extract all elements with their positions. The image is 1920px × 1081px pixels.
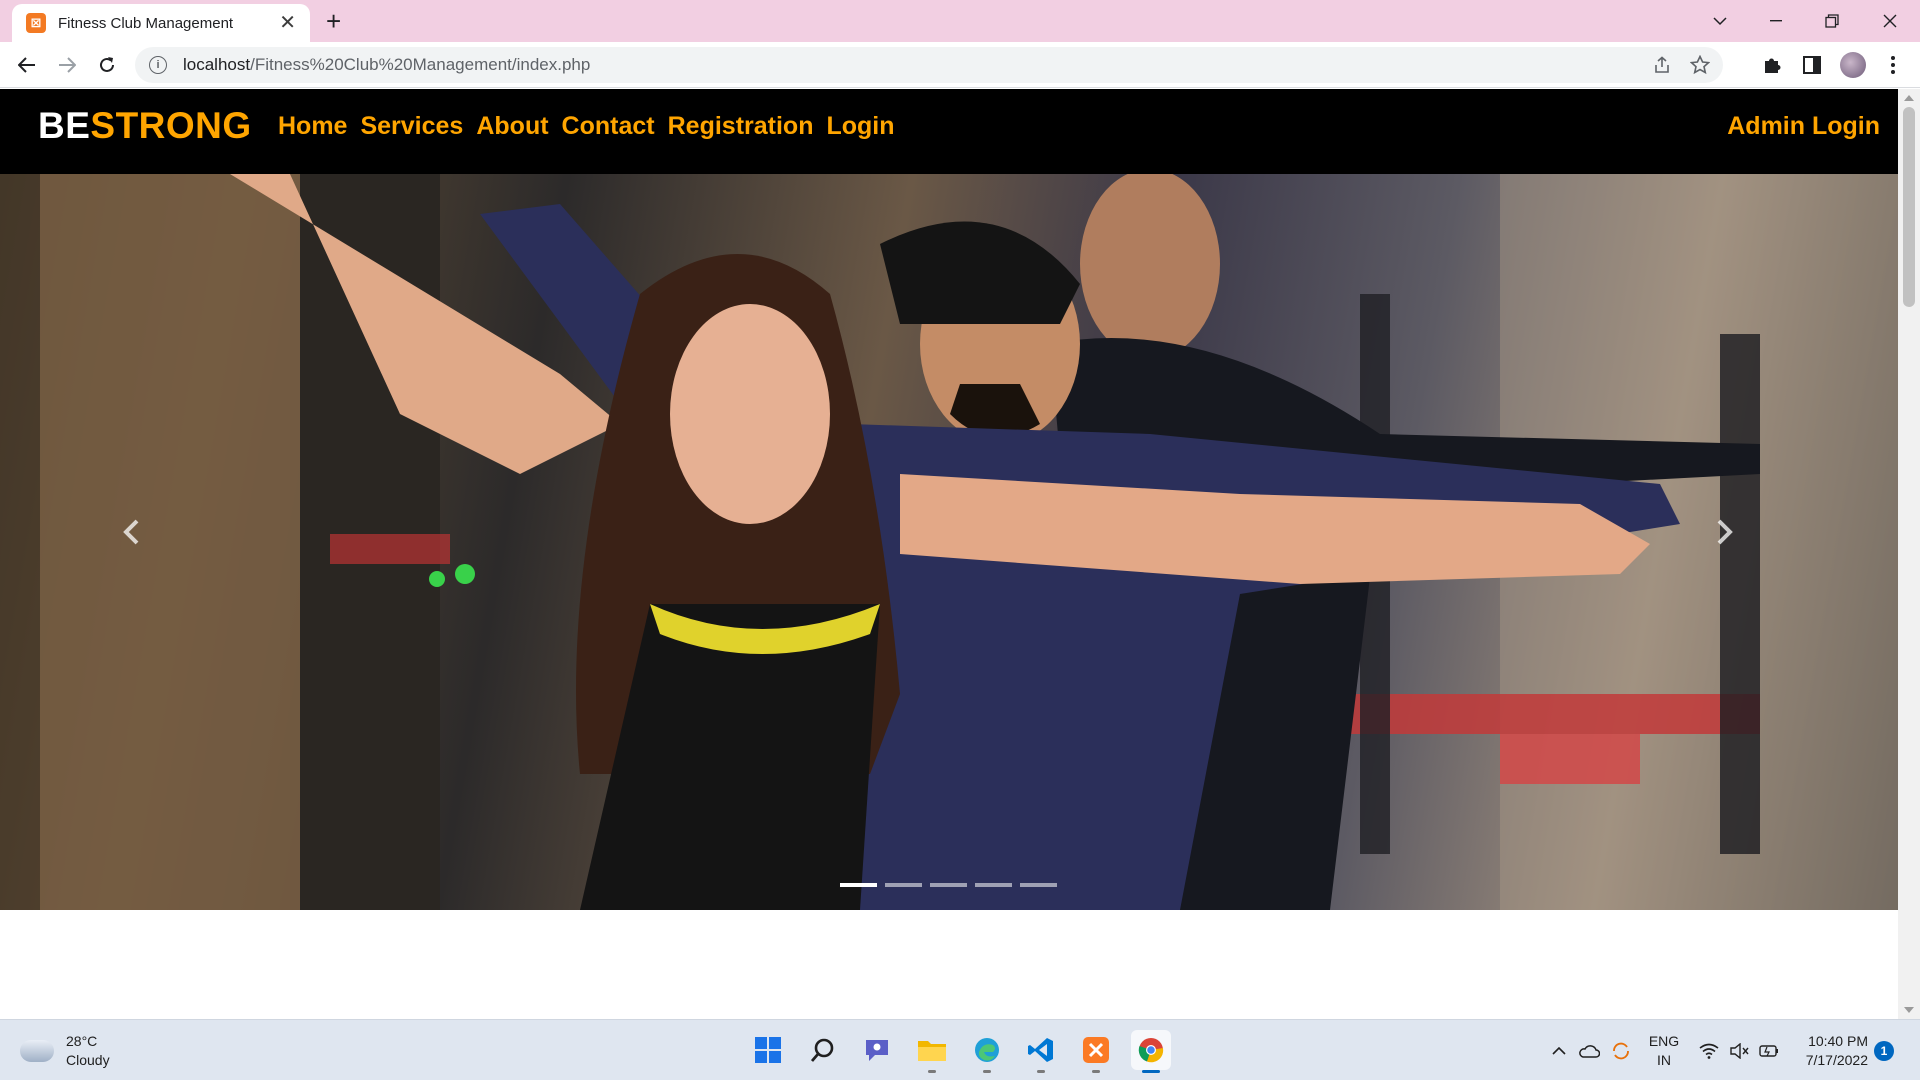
bookmark-star-icon[interactable] <box>1685 50 1715 80</box>
hero-carousel <box>0 174 1898 910</box>
close-window-icon[interactable] <box>1862 0 1918 42</box>
carousel-prev-icon[interactable] <box>122 519 162 559</box>
side-panel-icon[interactable] <box>1797 50 1827 80</box>
menu-kebab-icon[interactable] <box>1878 50 1908 80</box>
carousel-next-icon[interactable] <box>1716 519 1756 559</box>
scroll-thumb[interactable] <box>1903 107 1915 307</box>
weather-temp: 28°C <box>66 1033 98 1049</box>
address-bar[interactable]: i localhost/Fitness%20Club%20Management/… <box>135 47 1723 83</box>
active-indicator <box>1142 1070 1160 1073</box>
search-icon[interactable] <box>803 1030 843 1070</box>
reload-icon[interactable] <box>92 50 122 80</box>
url-text[interactable]: localhost/Fitness%20Club%20Management/in… <box>183 55 1647 75</box>
lang-top: ENG <box>1648 1032 1680 1049</box>
wifi-icon[interactable] <box>1696 1020 1722 1081</box>
url-path: /Fitness%20Club%20Management/index.php <box>250 55 591 74</box>
nav-login[interactable]: Login <box>826 112 894 141</box>
back-icon[interactable] <box>12 50 42 80</box>
onedrive-cloud-icon[interactable] <box>1576 1020 1602 1081</box>
xampp-icon[interactable] <box>1076 1030 1116 1073</box>
hero-slide-image <box>0 174 1898 910</box>
tray-overflow-chevron-icon[interactable] <box>1548 1020 1570 1081</box>
nav-home[interactable]: Home <box>278 112 347 141</box>
carousel-indicator[interactable] <box>885 883 922 887</box>
start-icon[interactable] <box>748 1030 788 1070</box>
lang-bottom: IN <box>1657 1051 1671 1068</box>
running-indicator <box>983 1070 991 1073</box>
running-indicator <box>1037 1070 1045 1073</box>
weather-widget[interactable]: 28°C Cloudy <box>20 1032 110 1070</box>
carousel-indicator[interactable] <box>930 883 967 887</box>
scroll-down-arrow-icon[interactable] <box>1904 1007 1914 1013</box>
weather-desc: Cloudy <box>66 1052 110 1068</box>
carousel-indicator[interactable] <box>975 883 1012 887</box>
battery-icon[interactable] <box>1756 1020 1782 1081</box>
profile-avatar[interactable] <box>1838 50 1868 80</box>
vscode-icon[interactable] <box>1021 1030 1061 1073</box>
admin-login-link[interactable]: Admin Login <box>1727 112 1880 141</box>
scroll-up-arrow-icon[interactable] <box>1904 95 1914 101</box>
new-tab-button[interactable]: + <box>326 8 341 34</box>
main-nav: Home Services About Contact Registration… <box>278 112 895 141</box>
windows-taskbar: 28°C Cloudy ENG IN 10:40 PM 7/17/2022 1 <box>0 1019 1920 1080</box>
site-navbar: BESTRONG Home Services About Contact Reg… <box>0 89 1898 174</box>
teams-chat-icon[interactable] <box>857 1030 897 1070</box>
url-host: localhost <box>183 55 251 74</box>
clock-time: 10:40 PM <box>1808 1033 1868 1049</box>
file-explorer-icon[interactable] <box>912 1030 952 1073</box>
edge-icon[interactable] <box>967 1030 1007 1073</box>
browser-tabstrip: ⊠ Fitness Club Management ✕ + <box>0 0 1920 42</box>
webpage: BESTRONG Home Services About Contact Reg… <box>0 89 1898 1019</box>
share-icon[interactable] <box>1647 50 1677 80</box>
site-info-icon[interactable]: i <box>149 56 167 74</box>
language-indicator[interactable]: ENG IN <box>1645 1020 1683 1081</box>
sync-icon[interactable] <box>1608 1020 1634 1081</box>
brand-strong: STRONG <box>90 105 252 146</box>
minimize-icon[interactable] <box>1748 0 1804 42</box>
restore-icon[interactable] <box>1804 0 1860 42</box>
running-indicator <box>928 1070 936 1073</box>
tab-search-icon[interactable] <box>1692 0 1748 42</box>
system-clock[interactable]: 10:40 PM 7/17/2022 <box>1790 1032 1868 1070</box>
tab-title: Fitness Club Management <box>58 14 234 32</box>
nav-about[interactable]: About <box>476 112 548 141</box>
extensions-icon[interactable] <box>1757 50 1787 80</box>
forward-icon[interactable] <box>52 50 82 80</box>
volume-muted-icon[interactable] <box>1726 1020 1752 1081</box>
page-scrollbar[interactable] <box>1898 89 1920 1019</box>
chrome-icon[interactable] <box>1131 1030 1171 1073</box>
nav-registration[interactable]: Registration <box>668 112 814 141</box>
running-indicator <box>1092 1070 1100 1073</box>
nav-services[interactable]: Services <box>360 112 463 141</box>
browser-tab[interactable]: ⊠ Fitness Club Management ✕ <box>12 4 310 42</box>
carousel-indicator[interactable] <box>1020 883 1057 887</box>
browser-toolbar: i localhost/Fitness%20Club%20Management/… <box>0 42 1920 88</box>
nav-contact[interactable]: Contact <box>562 112 655 141</box>
brand-logo[interactable]: BESTRONG <box>38 105 252 147</box>
brand-be: BE <box>38 105 91 146</box>
tab-close-icon[interactable]: ✕ <box>279 13 296 33</box>
xampp-favicon-icon: ⊠ <box>26 13 46 33</box>
notification-badge[interactable]: 1 <box>1874 1041 1894 1061</box>
carousel-indicator[interactable] <box>840 883 877 887</box>
clock-date: 7/17/2022 <box>1805 1052 1868 1068</box>
cloud-icon <box>20 1040 54 1062</box>
carousel-indicators <box>840 883 1057 887</box>
